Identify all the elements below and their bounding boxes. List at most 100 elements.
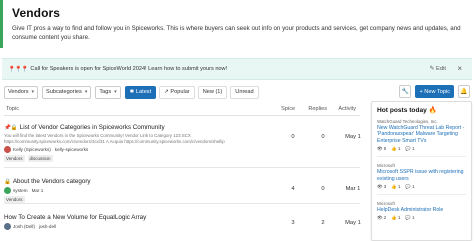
topic-title[interactable]: How To Create a New Volume for EqualLogi…	[4, 214, 360, 221]
table-row[interactable]: 🔒 About the Vendors category system Mar 1…	[4, 168, 360, 204]
lock-icon: 🔒	[4, 178, 11, 185]
bell-icon[interactable]: 🔔	[458, 85, 470, 98]
new-topic-button[interactable]: + New Topic	[415, 85, 454, 98]
fire-icon: 🔥	[428, 107, 437, 114]
topic-title[interactable]: 🔒 About the Vendors category	[4, 178, 360, 185]
category-dropdown[interactable]: Vendors ▾	[4, 85, 39, 99]
comments-stat: 💬 1	[405, 215, 415, 221]
username[interactable]: Josh (Dell)	[13, 224, 35, 229]
chevron-down-icon: ▾	[114, 89, 117, 95]
tab-popular[interactable]: ↗ Popular	[159, 85, 195, 99]
table-row[interactable]: How To Create a New Volume for EqualLogi…	[4, 204, 361, 232]
spice-count: 3	[291, 220, 295, 226]
likes-count: 1	[397, 184, 401, 190]
username[interactable]: josh-dell	[39, 224, 56, 229]
table-row[interactable]: 📌🔒 List of Vendor Categories in Spicework…	[4, 116, 361, 168]
subcategories-dropdown[interactable]: Subcategories ▾	[42, 85, 92, 99]
subcategories-dropdown-label: Subcategories	[46, 89, 82, 95]
likes-count: 1	[397, 215, 401, 221]
views-count: 3	[383, 184, 387, 190]
banner-text[interactable]: Call for Speakers is open for SpiceWorld…	[30, 66, 227, 72]
topic-title-text: How To Create a New Volume for EqualLogi…	[4, 214, 147, 221]
views-count: 5	[383, 146, 387, 152]
views-stat: 👁 2	[377, 215, 387, 221]
views-stat: 👁 5	[377, 146, 387, 152]
hot-posts-title: Hot posts today 🔥	[377, 106, 466, 114]
header-activity[interactable]: Activity	[334, 106, 360, 112]
avatar[interactable]	[4, 187, 11, 194]
edit-button[interactable]: ✎ Edit	[430, 66, 446, 72]
username[interactable]: system	[13, 188, 28, 193]
hot-post-link[interactable]: HelpDesk Administrator Role	[377, 207, 466, 213]
edit-label: Edit	[436, 66, 446, 72]
category-header: Vendors Give IT pros a way to find and f…	[0, 0, 474, 54]
category-dropdown-label: Vendors	[8, 89, 29, 95]
topic-title-text: List of Vendor Categories in Spiceworks …	[19, 124, 165, 131]
tab-new[interactable]: New (1)	[197, 85, 228, 99]
hot-posts-panel: Hot posts today 🔥 WatchGuard Technologie…	[371, 101, 472, 241]
new-topic-label: New Topic	[424, 88, 450, 95]
header-replies[interactable]: Replies	[305, 106, 331, 112]
comments-stat: 💬 1	[405, 184, 415, 190]
reply-count: 0	[321, 134, 325, 140]
hot-post-stats: 👁 3 👍 1 💬 1	[377, 184, 466, 190]
views-stat: 👁 3	[377, 184, 387, 190]
wrench-icon[interactable]: 🔧	[399, 85, 412, 98]
reply-count: 0	[321, 186, 325, 192]
hot-post-link[interactable]: New WatchGuard Threat Lab Report - 'Pand…	[377, 125, 466, 144]
tab-latest[interactable]: ✱ Latest	[124, 85, 157, 99]
activity-date[interactable]: May 1	[340, 220, 366, 226]
toolbar-actions: 🔧 + New Topic 🔔	[395, 85, 470, 98]
tags-dropdown[interactable]: Tags ▾	[95, 85, 121, 99]
announcement-banner: 📍📍📍 Call for Speakers is open for SpiceW…	[2, 58, 472, 80]
comments-count: 1	[412, 184, 415, 190]
tab-unread[interactable]: Unread	[230, 85, 259, 99]
header-spice[interactable]: Spice	[275, 106, 301, 112]
tags-dropdown-label: Tags	[99, 89, 112, 95]
hot-post-author[interactable]: Microsoft	[377, 201, 466, 206]
hot-post-link[interactable]: Microsoft SSPR issue with registering ex…	[377, 169, 466, 182]
likes-stat: 👍 1	[391, 146, 401, 152]
close-icon[interactable]: ×	[457, 64, 462, 73]
hot-post-author[interactable]: Microsoft	[377, 163, 466, 168]
likes-stat: 👍 1	[391, 215, 401, 221]
topic-toolbar: Vendors ▾ Subcategories ▾ Tags ▾ ✱ Latest ↗…	[4, 85, 470, 99]
hot-posts-title-text: Hot posts today	[377, 107, 427, 114]
header-topic[interactable]: Topic	[4, 106, 275, 112]
hot-post-stats: 👁 2 👍 1 💬 1	[377, 215, 466, 221]
avatar[interactable]	[4, 146, 11, 154]
topic-meta: Kelly (Spiceworks) kelly-spiceworks	[4, 146, 360, 154]
hot-post-stats: 👁 5 👍 1 💬 1	[377, 146, 466, 152]
chevron-down-icon: ▾	[31, 89, 35, 95]
hot-post-item[interactable]: Microsoft HelpDesk Administrator Role 👁 …	[377, 201, 466, 225]
hot-post-item[interactable]: Microsoft Microsoft SSPR issue with regi…	[377, 163, 466, 196]
activity-date[interactable]: Mar 1	[340, 186, 366, 192]
tag-badge[interactable]: discussion	[27, 155, 53, 163]
comments-count: 1	[412, 146, 415, 152]
comments-count: 1	[412, 215, 415, 221]
likes-stat: 👍 1	[391, 184, 401, 190]
tag-badge[interactable]: Vendors	[4, 155, 25, 163]
topic-tags: Vendors discussion	[4, 155, 360, 163]
tag-badge[interactable]: Vendors	[4, 196, 25, 203]
hot-post-author[interactable]: WatchGuard Technologies, Inc.	[377, 119, 466, 124]
spice-count: 0	[291, 134, 295, 140]
topic-list: Topic Spice Replies Activity 📌🔒 List of V…	[4, 102, 361, 232]
username[interactable]: kelly-spiceworks	[55, 147, 88, 152]
comments-stat: 💬 1	[405, 146, 415, 152]
post-date: Mar 1	[31, 188, 44, 193]
username[interactable]: Kelly (Spiceworks)	[13, 147, 51, 152]
pin-icons: 📍📍📍	[8, 66, 28, 73]
activity-date[interactable]: May 1	[340, 134, 366, 140]
reply-count: 2	[321, 220, 325, 226]
spice-count: 4	[291, 186, 295, 192]
topic-tags: Vendors	[4, 196, 360, 203]
topic-title[interactable]: 📌🔒 List of Vendor Categories in Spicework…	[4, 124, 360, 131]
topic-meta: system Mar 1	[4, 187, 360, 194]
category-description: Give IT pros a way to find and follow yo…	[12, 25, 461, 41]
hot-post-item[interactable]: WatchGuard Technologies, Inc. New WatchG…	[377, 119, 466, 158]
topic-meta: Josh (Dell) josh-dell	[4, 223, 360, 230]
page-title: Vendors	[12, 6, 61, 20]
avatar[interactable]	[4, 223, 11, 230]
likes-count: 1	[397, 146, 401, 152]
